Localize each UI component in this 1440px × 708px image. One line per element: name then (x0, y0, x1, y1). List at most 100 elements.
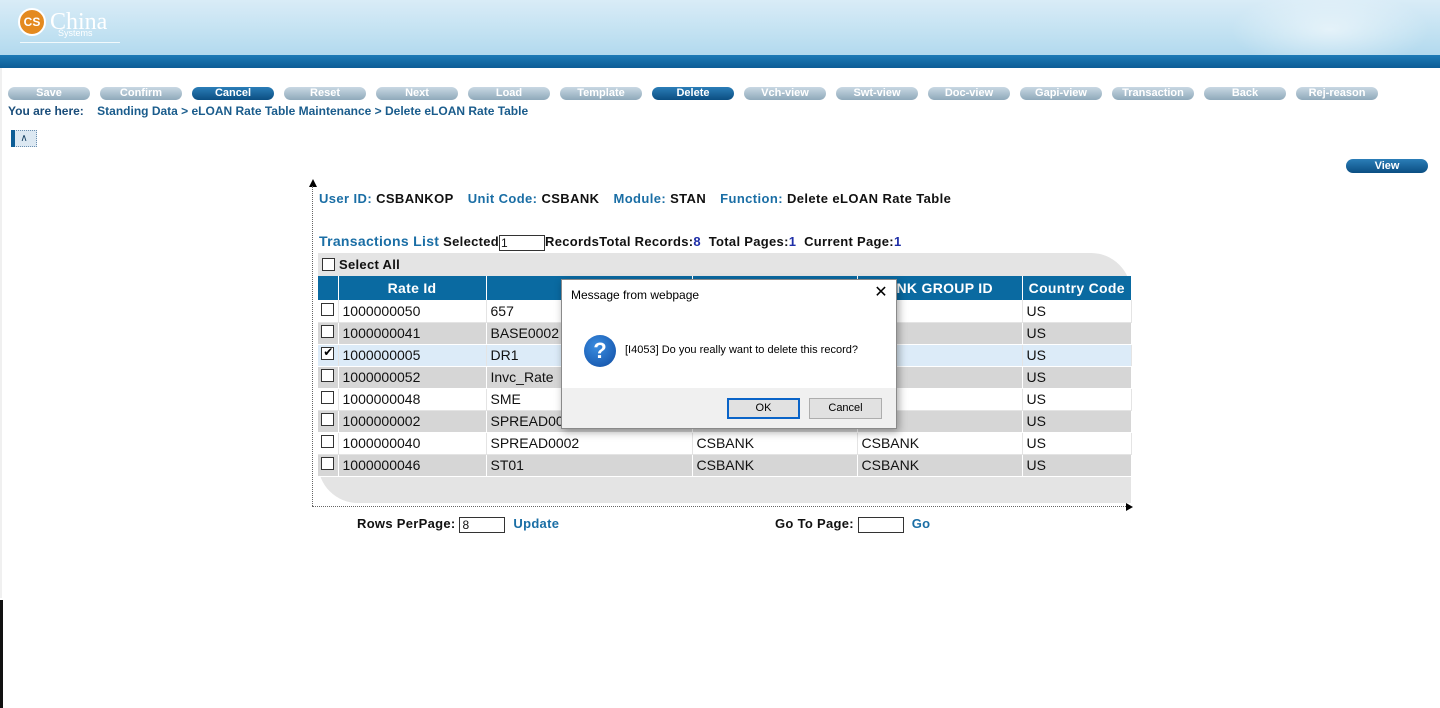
breadcrumb-prefix: You are here: (8, 104, 84, 118)
module-value: STAN (670, 191, 707, 206)
table-cell: US (1022, 410, 1132, 433)
table-cell: CSBANK (857, 432, 1023, 455)
ok-button[interactable]: OK (727, 398, 800, 419)
row-checkbox[interactable] (321, 413, 335, 426)
row-checkbox[interactable] (321, 302, 335, 316)
go-to-page-label: Go To Page: (775, 516, 854, 531)
toolbar-button-rej-reason[interactable]: Rej-reason (1296, 87, 1378, 100)
current-page-value: 1 (893, 234, 902, 249)
rows-per-page-input[interactable]: 8 (459, 516, 506, 533)
toolbar-button-gapi-view[interactable]: Gapi-view (1020, 87, 1102, 100)
table-cell: CSBANK (857, 454, 1023, 477)
selected-label: Selected (443, 234, 500, 249)
view-button[interactable]: View (1346, 159, 1428, 173)
toolbar-button-template[interactable]: Template (560, 87, 642, 100)
table-cell: US (1022, 388, 1132, 411)
table-cell: CSBANK (692, 454, 858, 477)
records-label: Records (545, 234, 600, 249)
logo-mark-icon: CS (18, 8, 46, 36)
table-row[interactable]: 1000000046 ST01 CSBANK CSBANK US (318, 454, 1132, 477)
arrow-right-icon (1126, 503, 1133, 511)
rows-per-page: Rows PerPage: 8 Update (357, 516, 559, 533)
header-rate-id[interactable]: Rate Id (338, 276, 487, 300)
confirm-dialog: Message from webpage ✕ ? [I4053] Do you … (561, 279, 897, 429)
breadcrumb-path[interactable]: Standing Data > eLOAN Rate Table Mainten… (97, 104, 528, 118)
arrow-up-icon (309, 179, 317, 187)
row-checkbox[interactable] (321, 391, 335, 404)
toolbar-button-next[interactable]: Next (376, 87, 458, 100)
cancel-button[interactable]: Cancel (809, 398, 882, 419)
row-checkbox-cell (318, 322, 339, 345)
left-edge-line (0, 68, 2, 598)
go-to-page-input[interactable] (857, 516, 904, 533)
row-checkbox-cell (318, 454, 339, 477)
row-checkbox[interactable] (321, 345, 335, 360)
module-label: Module: (613, 191, 667, 206)
select-all-label: Select All (339, 257, 401, 272)
row-checkbox-cell (318, 388, 339, 411)
update-link[interactable]: Update (513, 516, 559, 531)
total-pages-value: 1 (788, 234, 797, 249)
function-value: Delete eLOAN Rate Table (786, 191, 952, 206)
row-checkbox[interactable] (321, 457, 335, 470)
header-banner: CS China Systems (0, 0, 1440, 68)
toolbar-button-swt-view[interactable]: Swt-view (836, 87, 918, 100)
toolbar-button-doc-view[interactable]: Doc-view (928, 87, 1010, 100)
toolbar-button-back[interactable]: Back (1204, 87, 1286, 100)
toolbar-button-vch-view[interactable]: Vch-view (744, 87, 826, 100)
select-all[interactable]: Select All (322, 257, 400, 272)
toolbar-button-confirm[interactable]: Confirm (100, 87, 182, 100)
toolbar-button-transaction[interactable]: Transaction (1112, 87, 1194, 100)
transactions-summary: Transactions List Selected 1 RecordsTotal … (319, 233, 901, 251)
table-cell: SPREAD0002 (486, 432, 693, 455)
user-id-label: User ID: (319, 191, 373, 206)
toolbar-button-cancel[interactable]: Cancel (192, 87, 274, 100)
header-country-code[interactable]: Country Code (1022, 276, 1131, 300)
rows-per-page-label: Rows PerPage: (357, 516, 456, 531)
table-cell: 1000000050 (338, 300, 487, 323)
row-checkbox-cell (318, 410, 339, 433)
table-cell: 1000000005 (338, 344, 487, 367)
panel-border-left (312, 186, 313, 506)
logo-subtitle: Systems (58, 28, 93, 38)
banner-stripe (0, 55, 1440, 68)
unit-code-label: Unit Code: (467, 191, 538, 206)
breadcrumb: You are here: Standing Data > eLOAN Rate… (8, 104, 528, 118)
toolbar-button-save[interactable]: Save (8, 87, 90, 100)
current-page-label: Current Page: (804, 234, 894, 249)
toolbar-button-delete[interactable]: Delete (652, 87, 734, 100)
row-checkbox[interactable] (321, 435, 335, 448)
unit-code-value: CSBANK (541, 191, 600, 206)
table-row[interactable]: 1000000040 SPREAD0002 CSBANK CSBANK US (318, 432, 1132, 455)
row-checkbox-cell (318, 366, 339, 389)
table-cell: US (1022, 322, 1132, 345)
close-icon[interactable]: ✕ (874, 284, 888, 302)
go-link[interactable]: Go (912, 516, 931, 531)
table-cell: 1000000052 (338, 366, 487, 389)
row-checkbox[interactable] (321, 325, 335, 338)
transactions-title: Transactions List (319, 233, 440, 249)
row-checkbox-cell (318, 432, 339, 455)
user-info-line: User ID: CSBANKOP Unit Code: CSBANK Modu… (319, 191, 961, 206)
row-checkbox[interactable] (321, 369, 335, 382)
selected-count-field[interactable]: 1 (499, 234, 546, 251)
dialog-message: [I4053] Do you really want to delete thi… (625, 344, 858, 356)
select-all-checkbox[interactable] (322, 258, 335, 271)
table-cell: US (1022, 344, 1132, 367)
dialog-title: Message from webpage (571, 288, 700, 302)
table-cell: 1000000048 (338, 388, 487, 411)
total-pages-label: Total Pages: (708, 234, 789, 249)
total-records-label: Total Records: (599, 234, 694, 249)
table-cell: US (1022, 300, 1132, 323)
table-cell: US (1022, 454, 1132, 477)
table-cell: 1000000002 (338, 410, 487, 433)
row-checkbox-cell (318, 344, 339, 367)
table-cell: ST01 (486, 454, 693, 477)
table-cell: 1000000041 (338, 322, 487, 345)
toolbar-button-reset[interactable]: Reset (284, 87, 366, 100)
double-chevron-up-icon[interactable]: ∧ (11, 130, 37, 147)
window-left-edge (0, 600, 3, 708)
question-icon: ? (584, 335, 616, 367)
toolbar-button-load[interactable]: Load (468, 87, 550, 100)
go-to-page: Go To Page: Go (775, 516, 930, 533)
